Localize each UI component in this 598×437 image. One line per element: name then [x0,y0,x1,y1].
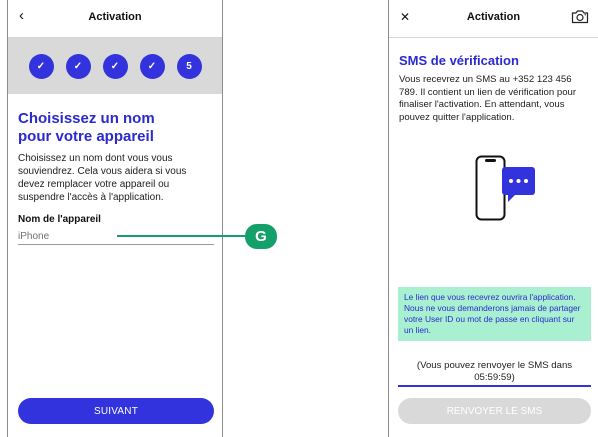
resend-countdown: (Vous pouvez renvoyer le SMS dans 05:59:… [398,360,591,384]
page-heading: Choisissez un nom pour votre appareil [18,110,155,145]
resend-info-text: (Vous pouvez renvoyer le SMS dans [416,360,573,371]
device-name-screen: ‹ Activation ✓ ✓ ✓ ✓ 5 Choisissez un nom… [7,0,223,437]
progress-stepper: ✓ ✓ ✓ ✓ 5 [8,38,222,94]
countdown-timer: 05:59:59) [474,372,515,383]
device-name-label: Nom de l'appareil [18,214,101,225]
screen-title: Activation [466,11,521,23]
phone-message-illustration [475,155,537,230]
sms-verification-screen: ✕ Activation SMS de vérification Vous re… [388,0,598,437]
step-4-check-icon: ✓ [139,53,165,79]
screen-title: Activation [88,11,142,23]
camera-icon[interactable] [571,9,589,29]
page-description: Vous recevrez un SMS au +352 123 456 789… [399,74,577,123]
callout-badge: G [245,224,277,249]
next-button[interactable]: SUIVANT [18,398,214,424]
step-5-current: 5 [176,53,202,79]
security-notice: Le lien que vous recevrez ouvrira l'appl… [398,287,591,341]
step-2-check-icon: ✓ [65,53,91,79]
step-1-check-icon: ✓ [28,53,54,79]
callout-line [117,235,245,237]
top-bar: ✕ Activation [389,0,598,38]
countdown-progress-bar [398,385,591,387]
device-name-input[interactable] [18,231,214,245]
page-description: Choisissez un nom dont vous vous souvien… [18,153,187,203]
page-heading: SMS de vérification [399,53,519,68]
resend-sms-button[interactable]: RENVOYER LE SMS [398,398,591,424]
top-bar: ‹ Activation [8,0,222,38]
step-3-check-icon: ✓ [102,53,128,79]
